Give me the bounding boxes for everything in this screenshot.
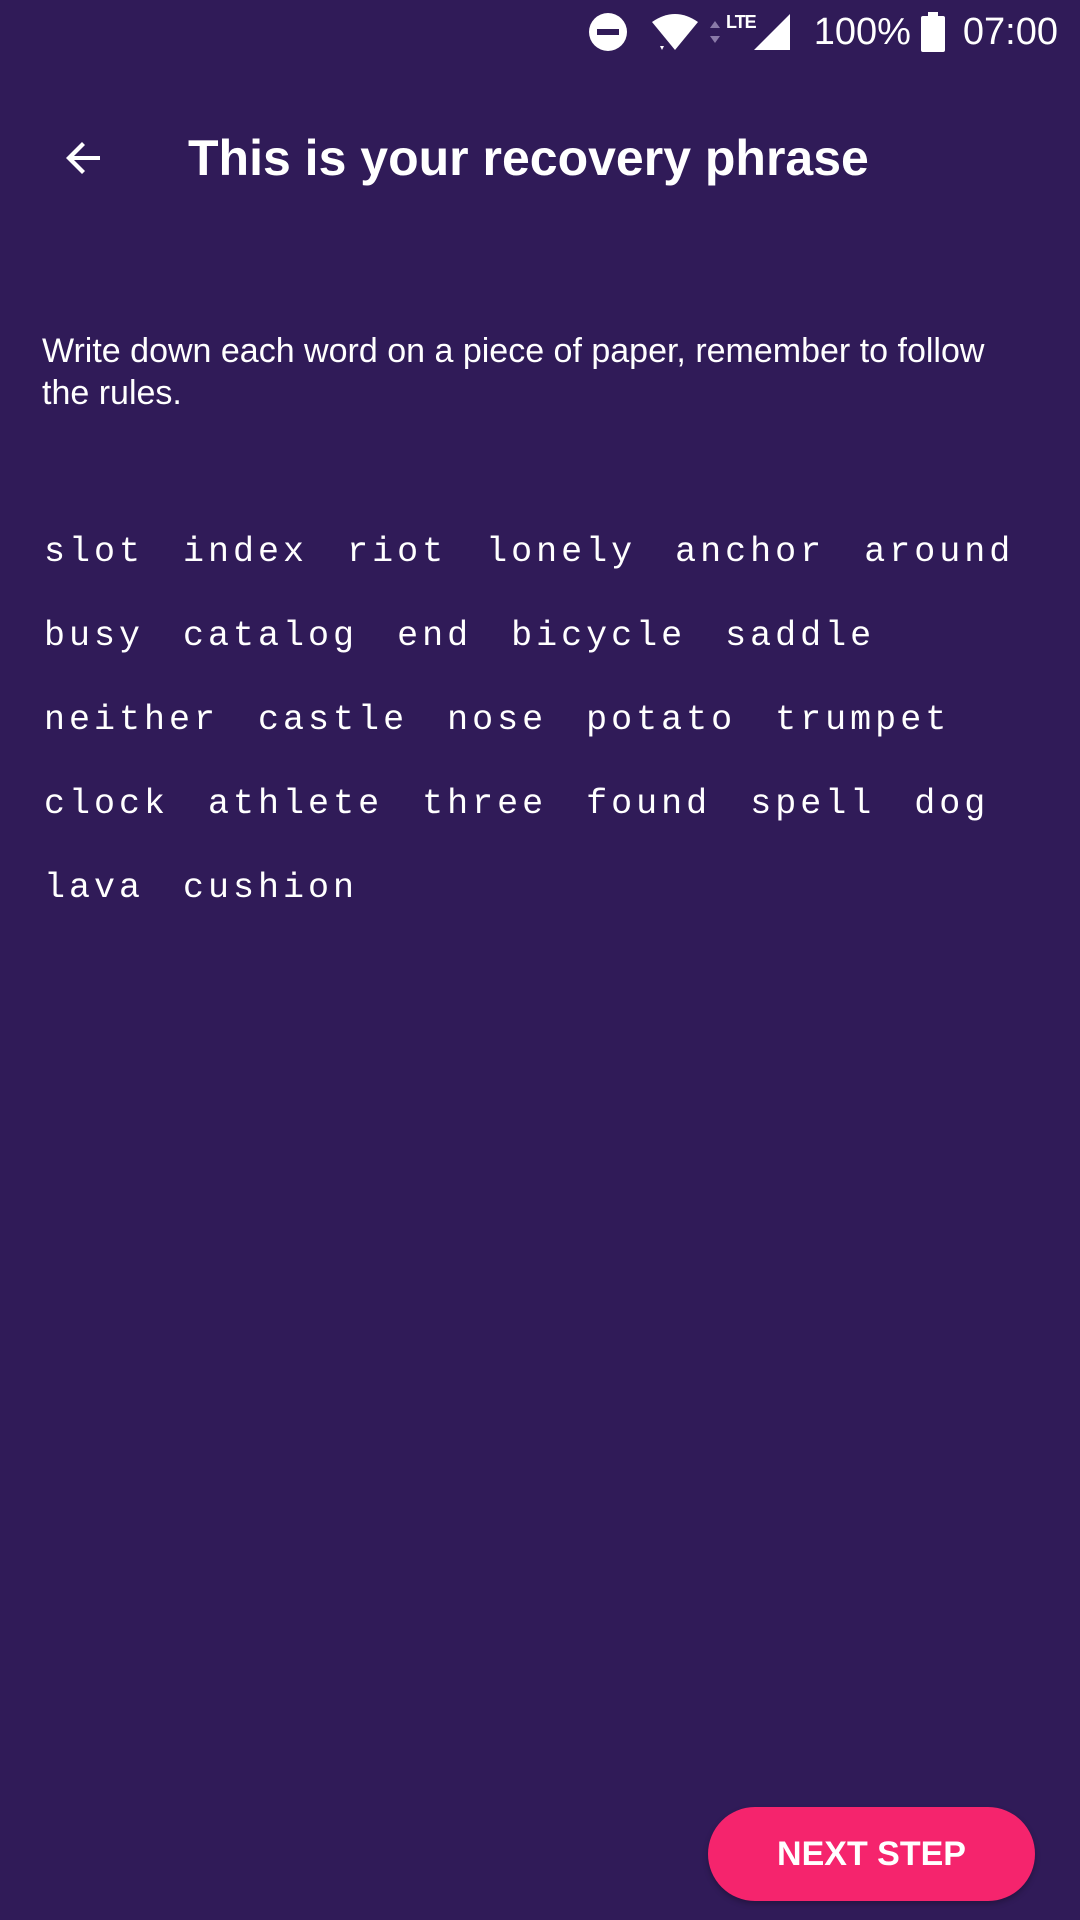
recovery-word: busy	[44, 616, 145, 656]
recovery-word: index	[183, 532, 309, 572]
recovery-word: cushion	[183, 868, 359, 908]
recovery-word: end	[397, 616, 473, 656]
recovery-phrase: slot index riot lonely anchor around bus…	[44, 510, 1050, 930]
recovery-word: riot	[347, 532, 448, 572]
back-button[interactable]	[36, 110, 132, 206]
recovery-word: spell	[750, 784, 876, 824]
wifi-icon	[652, 14, 699, 50]
arrow-back-icon	[66, 142, 100, 174]
clock: 07:00	[962, 10, 1058, 53]
status-bar: LTE 100% 07:00	[0, 0, 1080, 64]
page-title: This is your recovery phrase	[188, 130, 869, 186]
recovery-word: potato	[586, 700, 737, 740]
recovery-word: catalog	[183, 616, 359, 656]
recovery-word: athlete	[208, 784, 384, 824]
instructions-text: Write down each word on a piece of paper…	[42, 332, 985, 412]
signal-icon	[753, 14, 790, 50]
recovery-word: three	[422, 784, 548, 824]
recovery-word: clock	[44, 784, 170, 824]
recovery-word: saddle	[725, 616, 876, 656]
recovery-word: lonely	[486, 532, 637, 572]
recovery-word: found	[586, 784, 712, 824]
recovery-word: anchor	[675, 532, 826, 572]
recovery-word: nose	[447, 700, 548, 740]
battery-icon	[920, 12, 945, 52]
app-bar: This is your recovery phrase	[0, 110, 1080, 206]
recovery-word: dog	[914, 784, 990, 824]
recovery-word: castle	[258, 700, 409, 740]
recovery-word: slot	[44, 532, 145, 572]
recovery-word: neither	[44, 700, 220, 740]
data-arrows-icon	[710, 21, 721, 43]
recovery-word: around	[864, 532, 1015, 572]
recovery-word: bicycle	[511, 616, 687, 656]
recovery-word: trumpet	[775, 700, 951, 740]
do-not-disturb-icon	[589, 13, 628, 51]
recovery-word: lava	[44, 868, 145, 908]
battery-percent: 100%	[813, 10, 911, 53]
next-step-button[interactable]: NEXT STEP	[708, 1807, 1035, 1901]
